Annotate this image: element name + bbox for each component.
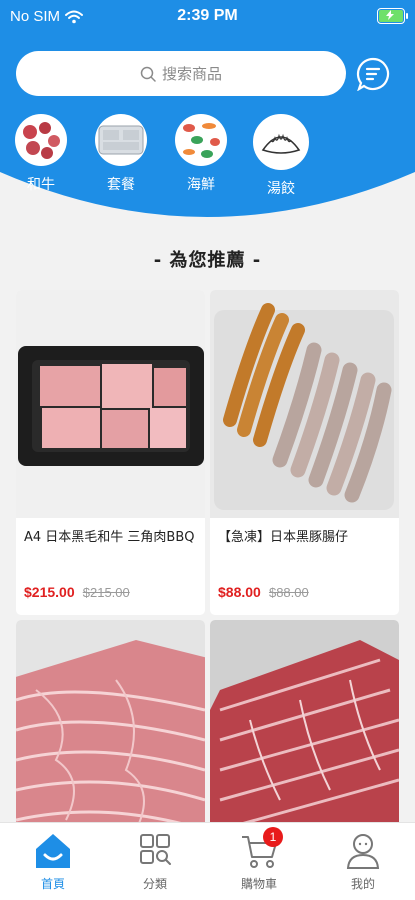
wagyu-thumbnail bbox=[15, 114, 67, 166]
product-card[interactable]: 【急凍】日本黑豚腸仔 $88.00 $88.00 bbox=[210, 290, 399, 615]
product-card[interactable] bbox=[210, 620, 399, 830]
bottom-tab-bar: 首頁 分類 1 購物車 我的 bbox=[0, 822, 415, 900]
search-icon bbox=[140, 66, 156, 82]
tab-label: 首頁 bbox=[40, 877, 65, 891]
product-image bbox=[210, 620, 399, 830]
dumplings-thumbnail bbox=[253, 114, 309, 170]
product-prices: $215.00 $215.00 bbox=[16, 580, 205, 601]
product-image bbox=[210, 290, 399, 518]
product-original-price: $215.00 bbox=[82, 585, 130, 600]
product-original-price: $88.00 bbox=[268, 585, 309, 600]
tab-categories[interactable]: 分類 bbox=[120, 831, 190, 892]
category-label: 海鮮 bbox=[187, 177, 215, 193]
charging-bolt-icon bbox=[386, 10, 394, 20]
product-price: $215.00 bbox=[24, 584, 75, 600]
search-placeholder: 搜索商品 bbox=[161, 65, 222, 83]
grid-icon bbox=[140, 834, 171, 865]
product-card[interactable] bbox=[16, 620, 205, 830]
battery-icon bbox=[377, 8, 408, 24]
category-dumplings[interactable]: 湯餃 bbox=[246, 114, 316, 198]
tab-label: 購物車 bbox=[240, 877, 277, 891]
search-bar[interactable]: 搜索商品 bbox=[16, 51, 346, 96]
section-title: - 為您推薦 - bbox=[153, 250, 262, 271]
home-icon bbox=[36, 834, 70, 868]
status-bar: No SIM 2:39 PM bbox=[0, 0, 415, 34]
product-prices: $88.00 $88.00 bbox=[210, 580, 399, 601]
category-label: 套餐 bbox=[107, 177, 135, 193]
product-card[interactable]: A4 日本黑毛和牛 三角肉BBQ $215.00 $215.00 bbox=[16, 290, 205, 615]
category-label: 和牛 bbox=[27, 177, 55, 193]
product-price: $88.00 bbox=[218, 584, 261, 600]
user-icon bbox=[346, 834, 380, 869]
product-name: A4 日本黑毛和牛 三角肉BBQ bbox=[24, 530, 195, 545]
category-set-meal[interactable]: 套餐 bbox=[86, 114, 156, 194]
tab-home[interactable]: 首頁 bbox=[18, 831, 88, 892]
category-wagyu[interactable]: 和牛 bbox=[6, 114, 76, 194]
tab-label: 我的 bbox=[350, 877, 375, 891]
tab-label: 分類 bbox=[142, 877, 167, 891]
category-seafood[interactable]: 海鮮 bbox=[166, 114, 236, 194]
product-image bbox=[16, 620, 205, 830]
product-name: 【急凍】日本黑豚腸仔 bbox=[218, 530, 349, 545]
seafood-thumbnail bbox=[175, 114, 227, 166]
tab-profile[interactable]: 我的 bbox=[328, 831, 398, 892]
message-icon[interactable] bbox=[356, 57, 390, 91]
cart-badge: 1 bbox=[263, 827, 283, 847]
header: No SIM 2:39 PM 搜索商品 和牛 套餐 海鮮 湯餃 bbox=[0, 0, 415, 222]
tab-cart[interactable]: 1 購物車 bbox=[224, 827, 294, 892]
product-image bbox=[16, 290, 205, 518]
category-label: 湯餃 bbox=[267, 181, 295, 197]
set-meal-thumbnail bbox=[95, 114, 147, 166]
status-time: 2:39 PM bbox=[177, 7, 238, 24]
